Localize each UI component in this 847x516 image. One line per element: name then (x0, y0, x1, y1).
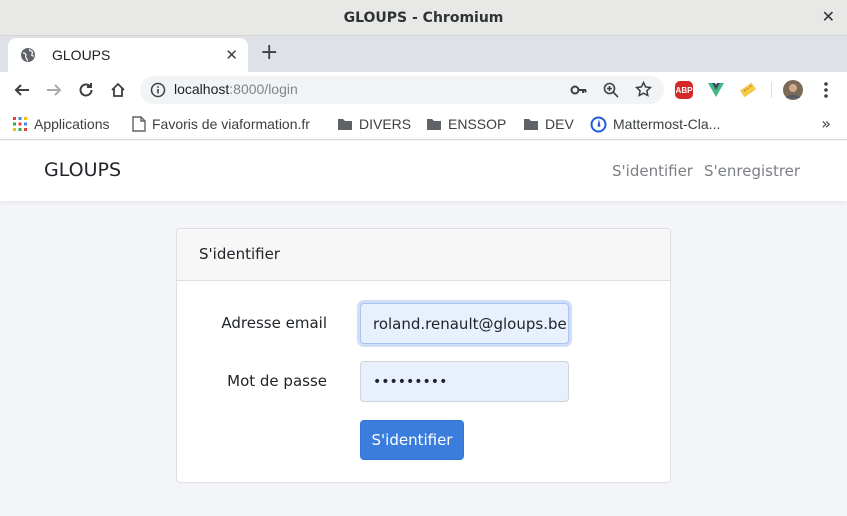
email-field[interactable]: roland.renault@gloups.be (360, 303, 569, 344)
tab-gloups[interactable]: GLOUPS ✕ (8, 38, 248, 72)
address-bar[interactable]: localhost:8000/login (140, 76, 664, 104)
login-submit-button[interactable]: S'identifier (360, 420, 464, 460)
url-text: localhost:8000/login (174, 81, 298, 97)
adblock-icon[interactable]: ABP (675, 81, 693, 99)
nav-register-link[interactable]: S'enregistrer (704, 162, 800, 180)
url-path: :8000/login (229, 81, 298, 97)
back-icon[interactable] (12, 80, 32, 100)
bookmark-folder-enssop[interactable]: ENSSOP (426, 114, 506, 134)
menu-dots-icon[interactable] (816, 80, 836, 100)
email-label: Adresse email (221, 314, 327, 332)
star-icon[interactable] (634, 80, 653, 102)
password-field[interactable]: ••••••••• (360, 361, 569, 402)
info-icon[interactable] (150, 82, 166, 102)
tab-strip: GLOUPS ✕ (0, 36, 847, 72)
forward-icon[interactable] (44, 80, 64, 100)
bookmark-label: DEV (545, 116, 574, 132)
window-close-icon[interactable]: ✕ (822, 8, 835, 26)
bookmark-label: Mattermost-Cla... (613, 116, 721, 132)
bookmark-mattermost[interactable]: Mattermost-Cla... (590, 114, 720, 134)
extension-ruler-icon[interactable] (738, 80, 758, 100)
bookmark-label: Favoris de viaformation.fr (152, 116, 310, 132)
bookmark-applications[interactable]: Applications (12, 114, 110, 134)
tab-close-icon[interactable]: ✕ (225, 46, 238, 64)
mattermost-icon (590, 116, 607, 133)
reload-icon[interactable] (76, 80, 96, 100)
url-host: localhost (174, 81, 230, 97)
window-titlebar: GLOUPS - Chromium ✕ (0, 0, 847, 36)
home-icon[interactable] (108, 80, 128, 100)
card-header: S'identifier (177, 229, 670, 281)
bookmark-folder-dev[interactable]: DEV (523, 114, 574, 134)
app-navbar: GLOUPS S'identifier S'enregistrer (0, 141, 847, 201)
apps-grid-icon (12, 116, 28, 132)
folder-icon (426, 117, 442, 131)
brand-logo-text[interactable]: GLOUPS (44, 159, 121, 181)
new-tab-icon[interactable]: + (260, 42, 278, 64)
bookmarks-bar: Applications Favoris de viaformation.fr … (0, 108, 847, 140)
avatar[interactable] (783, 80, 803, 100)
folder-icon (337, 117, 353, 131)
bookmark-folder-divers[interactable]: DIVERS (337, 114, 411, 134)
bookmark-label: Applications (34, 116, 110, 132)
password-label: Mot de passe (227, 372, 327, 390)
zoom-icon[interactable] (603, 82, 619, 102)
toolbar-divider (771, 82, 772, 98)
browser-toolbar: localhost:8000/login ABP (0, 72, 847, 108)
bookmark-label: ENSSOP (448, 116, 507, 132)
globe-icon (20, 47, 36, 63)
key-icon[interactable] (570, 82, 588, 102)
vue-devtools-icon[interactable] (706, 80, 726, 100)
nav-login-link[interactable]: S'identifier (612, 162, 693, 180)
folder-icon (523, 117, 539, 131)
tab-title: GLOUPS (52, 47, 111, 63)
bookmark-viaformation[interactable]: Favoris de viaformation.fr (132, 114, 310, 134)
page-icon (132, 116, 146, 132)
login-card: S'identifier Adresse email roland.renaul… (176, 228, 671, 483)
bookmarks-overflow-icon[interactable]: » (821, 114, 831, 133)
card-title: S'identifier (199, 245, 280, 263)
window-title: GLOUPS - Chromium (343, 9, 504, 26)
bookmark-label: DIVERS (359, 116, 412, 132)
